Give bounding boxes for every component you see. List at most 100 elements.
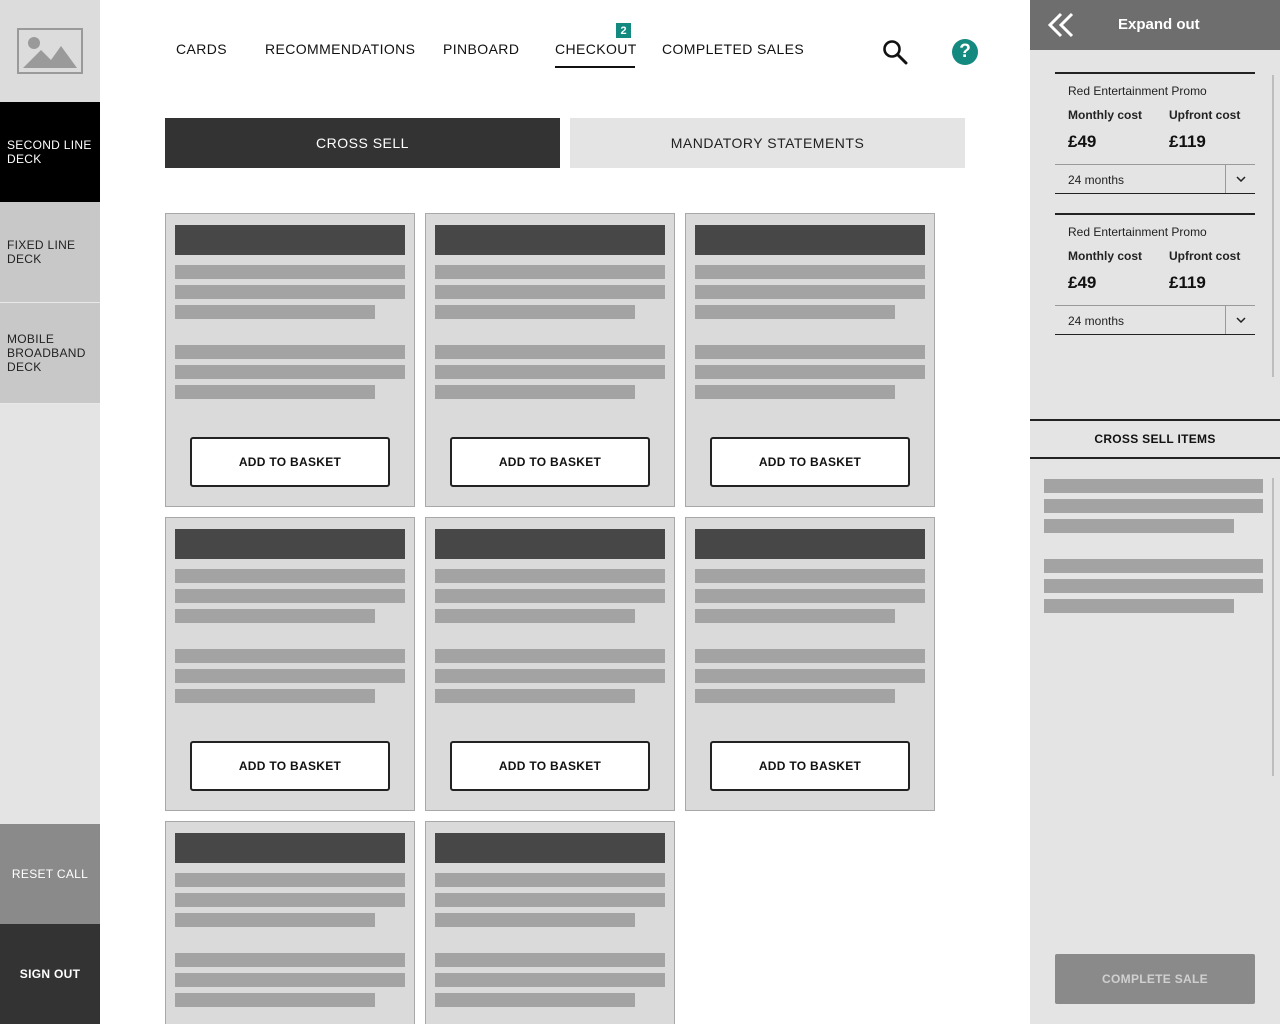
product-card — [425, 821, 675, 1024]
sidebar-item-label: SECOND LINE DECK — [7, 138, 92, 166]
add-to-basket-button[interactable]: ADD TO BASKET — [450, 741, 650, 791]
upfront-cost-label: Upfront cost — [1169, 249, 1241, 263]
placeholder-text-line — [435, 893, 665, 907]
basket-panel: Expand out Red Entertainment Promo Month… — [1030, 0, 1280, 1024]
sidebar-item-label: MOBILE BROADBAND DECK — [7, 332, 86, 374]
contract-term-value: 24 months — [1068, 173, 1125, 187]
monthly-cost-value: £49 — [1068, 132, 1097, 151]
placeholder-text-line — [435, 385, 635, 399]
placeholder-text-line — [435, 973, 665, 987]
sign-out-button[interactable]: SIGN OUT — [0, 924, 100, 1024]
contract-term-select[interactable]: 24 months — [1055, 164, 1255, 194]
image-placeholder-icon — [17, 28, 83, 74]
placeholder-text-line — [175, 993, 375, 1007]
placeholder-title-bar — [175, 833, 405, 863]
placeholder-text-line — [435, 265, 665, 279]
expand-out-button[interactable]: Expand out — [1030, 0, 1280, 50]
double-chevron-left-icon — [1047, 12, 1074, 38]
placeholder-text-line — [695, 669, 925, 683]
sidebar-item-label: FIXED LINE DECK — [7, 238, 76, 266]
sidebar-item-second-line-deck[interactable]: SECOND LINE DECK — [0, 102, 100, 202]
placeholder-text-line — [175, 689, 375, 703]
product-card: ADD TO BASKET — [165, 213, 415, 507]
placeholder-text-line — [175, 385, 375, 399]
nav-checkout[interactable]: CHECKOUT — [555, 41, 637, 57]
placeholder-title-bar — [695, 529, 925, 559]
placeholder-title-bar — [435, 833, 665, 863]
placeholder-text-line — [695, 365, 925, 379]
placeholder-title-bar — [175, 225, 405, 255]
scrollbar[interactable] — [1272, 478, 1274, 776]
placeholder-text-line — [435, 365, 665, 379]
placeholder-text-line — [1044, 479, 1263, 493]
placeholder-text-line — [695, 609, 895, 623]
product-card — [165, 821, 415, 1024]
add-to-basket-button[interactable]: ADD TO BASKET — [190, 741, 390, 791]
placeholder-text-line — [435, 649, 665, 663]
placeholder-text-line — [175, 265, 405, 279]
placeholder-title-bar — [695, 225, 925, 255]
add-to-basket-button[interactable]: ADD TO BASKET — [450, 437, 650, 487]
placeholder-text-line — [1044, 599, 1234, 613]
help-icon[interactable]: ? — [952, 39, 978, 65]
active-tab-underline — [555, 66, 635, 68]
placeholder-title-bar — [435, 225, 665, 255]
product-card: ADD TO BASKET — [685, 517, 935, 811]
placeholder-text-line — [1044, 559, 1263, 573]
add-to-basket-button[interactable]: ADD TO BASKET — [710, 741, 910, 791]
complete-sale-button[interactable]: COMPLETE SALE — [1055, 954, 1255, 1004]
tab-mandatory-statements[interactable]: MANDATORY STATEMENTS — [570, 118, 965, 168]
placeholder-text-line — [435, 609, 635, 623]
nav-recommendations[interactable]: RECOMMENDATIONS — [265, 41, 415, 57]
chevron-down-icon — [1225, 165, 1255, 193]
reset-call-button[interactable]: RESET CALL — [0, 824, 100, 924]
nav-pinboard[interactable]: PINBOARD — [443, 41, 519, 57]
offer-name: Red Entertainment Promo — [1068, 84, 1207, 98]
monthly-cost-value: £49 — [1068, 273, 1097, 292]
nav-cards[interactable]: CARDS — [176, 41, 227, 57]
placeholder-text-line — [175, 365, 405, 379]
offer-name: Red Entertainment Promo — [1068, 225, 1207, 239]
upfront-cost-value: £119 — [1169, 273, 1206, 292]
expand-out-label: Expand out — [1118, 16, 1200, 33]
product-card: ADD TO BASKET — [425, 213, 675, 507]
logo — [0, 0, 100, 102]
contract-term-value: 24 months — [1068, 314, 1125, 328]
product-card: ADD TO BASKET — [165, 517, 415, 811]
product-card: ADD TO BASKET — [685, 213, 935, 507]
sidebar-item-fixed-line-deck[interactable]: FIXED LINE DECK — [0, 202, 100, 303]
placeholder-text-line — [435, 913, 635, 927]
placeholder-text-line — [435, 345, 665, 359]
placeholder-text-line — [1044, 519, 1234, 533]
add-to-basket-button[interactable]: ADD TO BASKET — [190, 437, 390, 487]
add-to-basket-button[interactable]: ADD TO BASKET — [710, 437, 910, 487]
upfront-cost-label: Upfront cost — [1169, 108, 1241, 122]
placeholder-text-line — [1044, 579, 1263, 593]
placeholder-text-line — [695, 569, 925, 583]
placeholder-text-line — [175, 569, 405, 583]
placeholder-text-line — [435, 669, 665, 683]
placeholder-text-line — [175, 953, 405, 967]
placeholder-text-line — [175, 649, 405, 663]
placeholder-text-line — [175, 893, 405, 907]
placeholder-text-line — [175, 589, 405, 603]
placeholder-text-line — [695, 589, 925, 603]
placeholder-text-line — [695, 305, 895, 319]
cross-sell-items-header: CROSS SELL ITEMS — [1030, 419, 1280, 459]
placeholder-text-line — [175, 305, 375, 319]
basket-offer: Red Entertainment Promo Monthly cost Upf… — [1055, 213, 1255, 335]
nav-completed-sales[interactable]: COMPLETED SALES — [662, 41, 804, 57]
placeholder-text-line — [175, 285, 405, 299]
scrollbar[interactable] — [1272, 75, 1274, 377]
placeholder-text-line — [695, 689, 895, 703]
upfront-cost-value: £119 — [1169, 132, 1206, 151]
placeholder-text-line — [435, 285, 665, 299]
sidebar-item-mobile-broadband-deck[interactable]: MOBILE BROADBAND DECK — [0, 303, 100, 404]
contract-term-select[interactable]: 24 months — [1055, 305, 1255, 335]
placeholder-text-line — [175, 913, 375, 927]
placeholder-text-line — [695, 385, 895, 399]
placeholder-text-line — [435, 873, 665, 887]
search-icon[interactable] — [882, 39, 908, 65]
tab-cross-sell[interactable]: CROSS SELL — [165, 118, 560, 168]
placeholder-text-line — [695, 649, 925, 663]
